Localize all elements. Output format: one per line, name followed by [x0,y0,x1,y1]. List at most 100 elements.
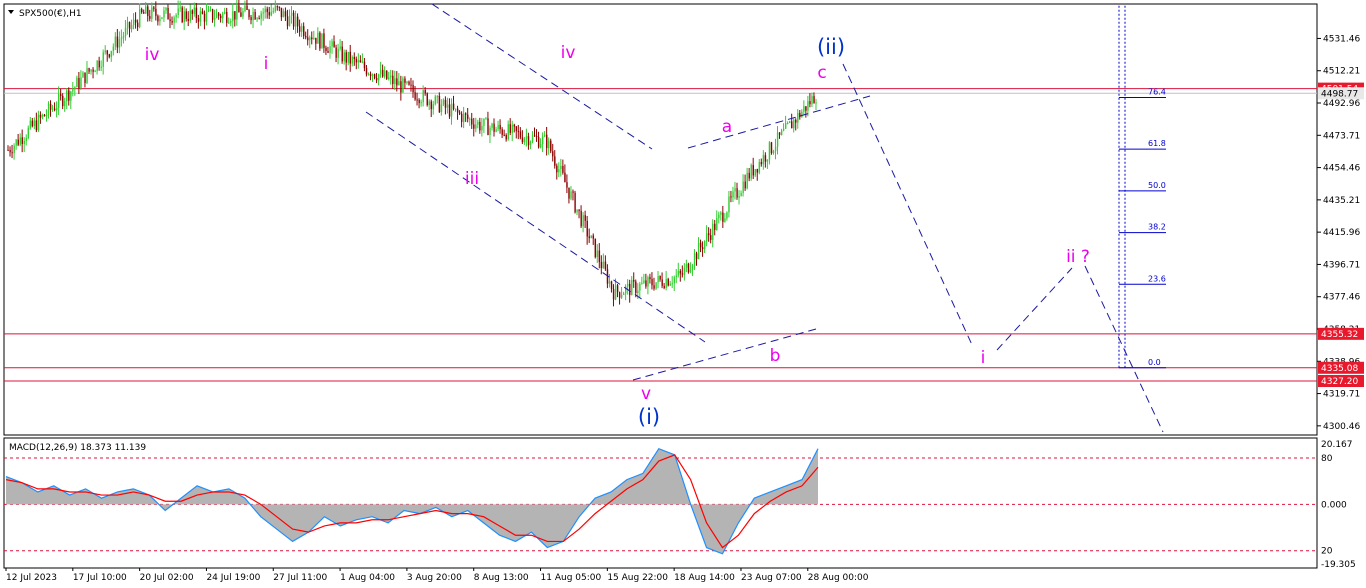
candle-body [760,162,763,165]
candle-body [248,9,250,18]
chart-title: SPX500(€),H1 [19,9,82,19]
candle-body [195,7,198,19]
candle-body [481,125,483,131]
candle-body [426,93,428,106]
candle-body [631,279,633,296]
candle-body [475,124,477,129]
candle-body [311,37,313,40]
time-tick-label: 24 Jul 19:00 [206,573,260,583]
candle-body [479,121,481,131]
candle-body [738,195,740,198]
candle-body [313,37,315,40]
candle-body [305,35,307,38]
candle-body [254,11,256,20]
mt4-chart[interactable]: SPX500(€),H1 0.023.638.250.061.876.4 iv … [0,0,1366,588]
candle-body [96,60,98,72]
candle-body [592,235,595,239]
candle-body [552,151,554,157]
candle-body [544,134,546,137]
candle-body [199,11,202,22]
candle-body [25,137,28,141]
candle-body [250,17,252,21]
candle-body [776,132,779,147]
candle-body [570,191,572,199]
candle-body [422,90,424,103]
candle-body [653,285,655,289]
candle-body [501,129,503,135]
candle-body [373,74,376,78]
candle-body [234,11,236,20]
candle-body [104,50,106,53]
candle-body [141,9,143,13]
candle-body [13,145,15,154]
candle-body [600,262,603,269]
candle-body [793,119,795,129]
wave-label-iv: iv [561,43,576,63]
macd-tick-label: 0.000 [1321,500,1347,510]
candle-body [161,17,163,19]
candle-body [37,114,40,131]
candle-body [483,118,485,126]
candle-body [396,78,398,86]
candle-body [708,233,710,236]
candle-body [56,107,58,111]
candle-body [580,210,582,227]
candle-body [673,277,676,284]
candle-body [623,293,625,295]
candle-body [185,11,187,19]
candle-body [485,118,487,120]
candle-body [537,136,540,148]
macd-level-label: 80 [1321,454,1333,464]
candle-body [153,7,155,9]
candle-body [357,60,360,63]
price-tick-label: 4531.46 [1323,34,1360,44]
candle-body [689,269,692,273]
candle-body [608,281,611,284]
candle-body [410,84,412,86]
candle-body [766,159,769,162]
candle-body [706,233,708,242]
candle-body [189,10,192,21]
candle-body [596,250,599,258]
candle-body [70,91,72,101]
candle-body [675,275,678,278]
candle-body [661,279,663,286]
candle-body [408,81,410,85]
candle-body [505,135,507,140]
candle-body [58,94,60,108]
candle-body [236,5,238,20]
time-tick-label: 28 Aug 00:00 [808,573,869,583]
candle-body [94,71,96,73]
candle-body [556,165,558,173]
candle-body [785,123,787,129]
candle-body [568,187,570,199]
candle-body [252,11,254,21]
candle-body [602,261,605,269]
candle-body [349,51,352,64]
candle-body [331,41,333,47]
candle-body [416,99,418,101]
candle-body [679,270,682,274]
candle-body [714,223,716,230]
candle-body [390,75,392,78]
candle-body [497,124,499,130]
candle-body [469,118,471,120]
candle-body [321,33,323,49]
candle-body [21,137,23,145]
candle-body [697,242,700,260]
time-tick-label: 20 Jul 02:00 [140,573,194,583]
wave-label-ii-projected: ii ? [1066,247,1090,267]
candle-body [171,20,173,23]
candle-body [169,19,171,21]
candle-body [424,90,426,94]
time-tick-label: 18 Aug 14:00 [674,573,735,583]
candle-body [639,283,641,291]
candle-body [452,103,455,109]
candle-body [467,114,469,119]
candle-body [258,18,260,20]
candle-body [509,124,511,133]
candle-body [193,7,196,14]
candle-body [191,10,194,14]
candle-body [339,46,341,49]
candle-body [341,46,343,62]
